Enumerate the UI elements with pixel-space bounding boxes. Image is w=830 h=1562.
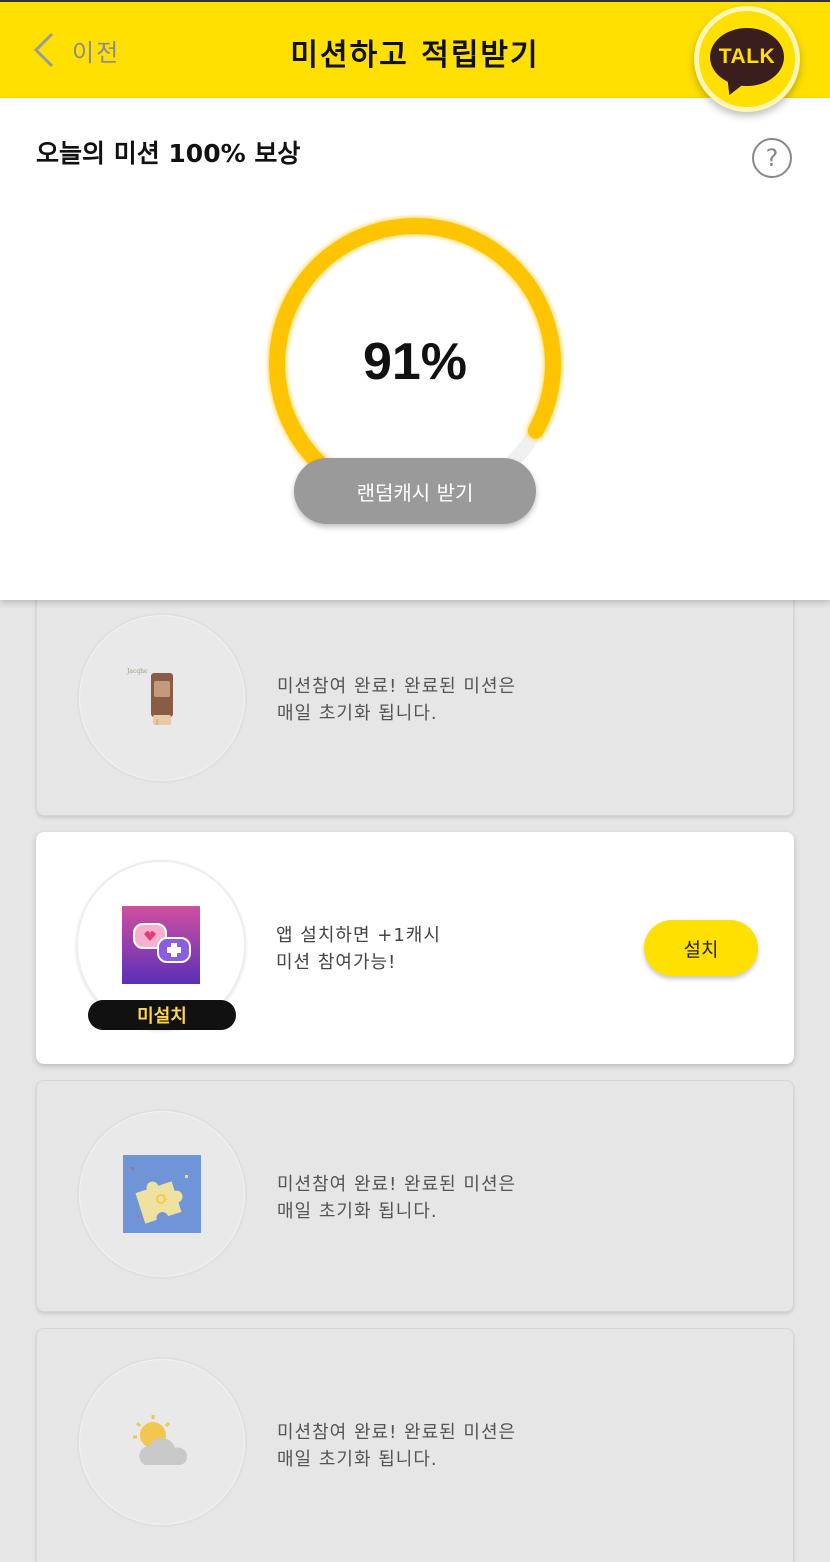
talk-bubble-icon: TALK — [710, 28, 784, 86]
talk-label: TALK — [718, 45, 776, 68]
mission-text-line1: 미션참여 완료! 완료된 미션은 — [277, 1174, 517, 1195]
mission-text-line2: 매일 초기화 됩니다. — [277, 1201, 438, 1222]
svg-text:Jacqhe: Jacqhe — [126, 668, 148, 675]
mission-text-line1: 미션참여 완료! 완료된 미션은 — [277, 1422, 517, 1443]
mission-text-line2: 매일 초기화 됩니다. — [277, 703, 438, 724]
kakaotalk-button[interactable]: TALK — [694, 6, 800, 112]
status-badge: 미설치 — [88, 1000, 236, 1030]
random-cash-button[interactable]: 랜덤캐시 받기 — [294, 458, 536, 524]
cosmetic-tube-icon: Jacqhe — [126, 668, 173, 725]
mission-thumbnail — [77, 1109, 247, 1279]
mission-thumbnail — [77, 1357, 247, 1527]
progress-value: 91% — [362, 333, 468, 391]
install-button[interactable]: 설치 — [644, 920, 758, 976]
reward-title: 오늘의 미션 100% 보상 — [36, 139, 301, 168]
sun-cloud-icon — [133, 1415, 188, 1465]
chat-heart-plus-app-icon — [122, 906, 200, 984]
mission-text-line1: 앱 설치하면 +1캐시 — [276, 925, 441, 946]
mission-thumbnail: Jacqhe — [77, 613, 247, 783]
puzzle-piece-icon — [123, 1155, 201, 1233]
mission-card-completed: 미션참여 완료! 완료된 미션은 매일 초기화 됩니다. — [36, 1080, 794, 1312]
mission-text-line2: 매일 초기화 됩니다. — [277, 1449, 438, 1470]
mission-card-completed: 미션참여 완료! 완료된 미션은 매일 초기화 됩니다. — [36, 1328, 794, 1562]
reward-panel: 오늘의 미션 100% 보상 ? 91% 랜덤캐시 받기 — [0, 98, 830, 600]
mission-text-line2: 미션 참여가능! — [276, 952, 397, 973]
mission-text-line1: 미션참여 완료! 완료된 미션은 — [277, 676, 517, 697]
question-circle-icon[interactable]: ? — [752, 138, 792, 178]
mission-card-available[interactable]: 미설치 앱 설치하면 +1캐시 미션 참여가능! 설치 — [36, 832, 794, 1064]
